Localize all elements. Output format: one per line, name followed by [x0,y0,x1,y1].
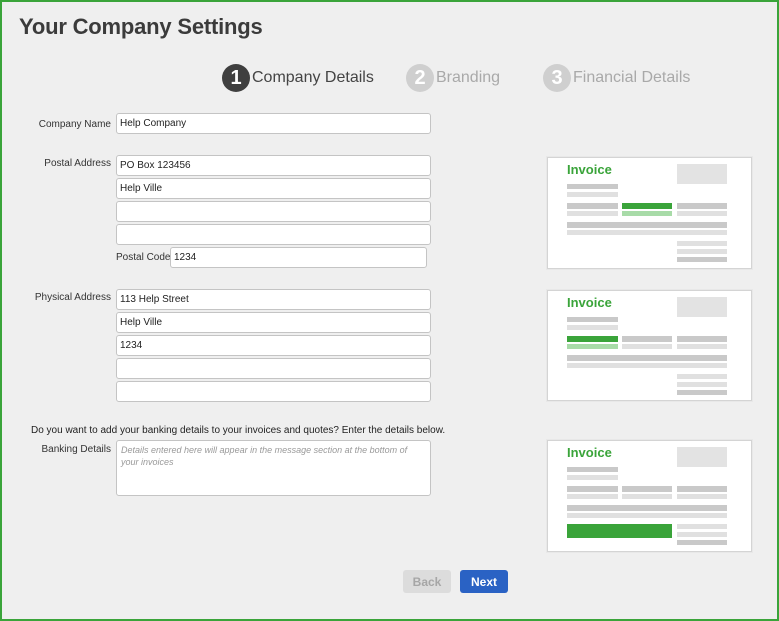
postal-address-line-2[interactable]: Help Ville [116,178,431,199]
banking-details-label: Banking Details [41,444,111,455]
postal-address-line-4[interactable] [116,224,431,245]
step-2-number: 2 [406,64,434,92]
step-company-details[interactable]: 1 Company Details [222,64,374,92]
invoice-preview-title: Invoice [567,295,612,310]
wizard-steps: 1 Company Details 2 Branding 3 Financial… [0,64,779,94]
postal-code-input[interactable]: 1234 [170,247,427,268]
step-branding[interactable]: 2 Branding [406,64,500,92]
postal-address-line-3[interactable] [116,201,431,222]
physical-address-label: Physical Address [34,292,111,303]
invoice-preview-postal: Invoice [547,157,752,269]
postal-address-line-1[interactable]: PO Box 123456 [116,155,431,176]
physical-address-line-4[interactable] [116,358,431,379]
invoice-preview-title: Invoice [567,445,612,460]
step-1-number: 1 [222,64,250,92]
step-3-label: Financial Details [573,69,691,86]
physical-address-line-1[interactable]: 113 Help Street [116,289,431,310]
step-financial-details[interactable]: 3 Financial Details [543,64,690,92]
physical-address-line-5[interactable] [116,381,431,402]
invoice-preview-title: Invoice [567,162,612,177]
company-name-label: Company Name [38,119,111,130]
invoice-preview-banking: Invoice [547,440,752,552]
step-1-label: Company Details [252,69,374,86]
banking-details-textarea[interactable]: Details entered here will appear in the … [116,440,431,496]
physical-address-line-3[interactable]: 1234 [116,335,431,356]
back-button[interactable]: Back [403,570,451,593]
banking-question: Do you want to add your banking details … [31,425,446,436]
postal-address-label: Postal Address [44,158,111,169]
next-button[interactable]: Next [460,570,508,593]
invoice-preview-physical: Invoice [547,290,752,401]
physical-address-line-2[interactable]: Help Ville [116,312,431,333]
page-title: Your Company Settings [19,14,263,39]
company-name-input[interactable]: Help Company [116,113,431,134]
step-3-number: 3 [543,64,571,92]
step-2-label: Branding [436,69,501,86]
postal-code-label: Postal Code [116,252,171,263]
